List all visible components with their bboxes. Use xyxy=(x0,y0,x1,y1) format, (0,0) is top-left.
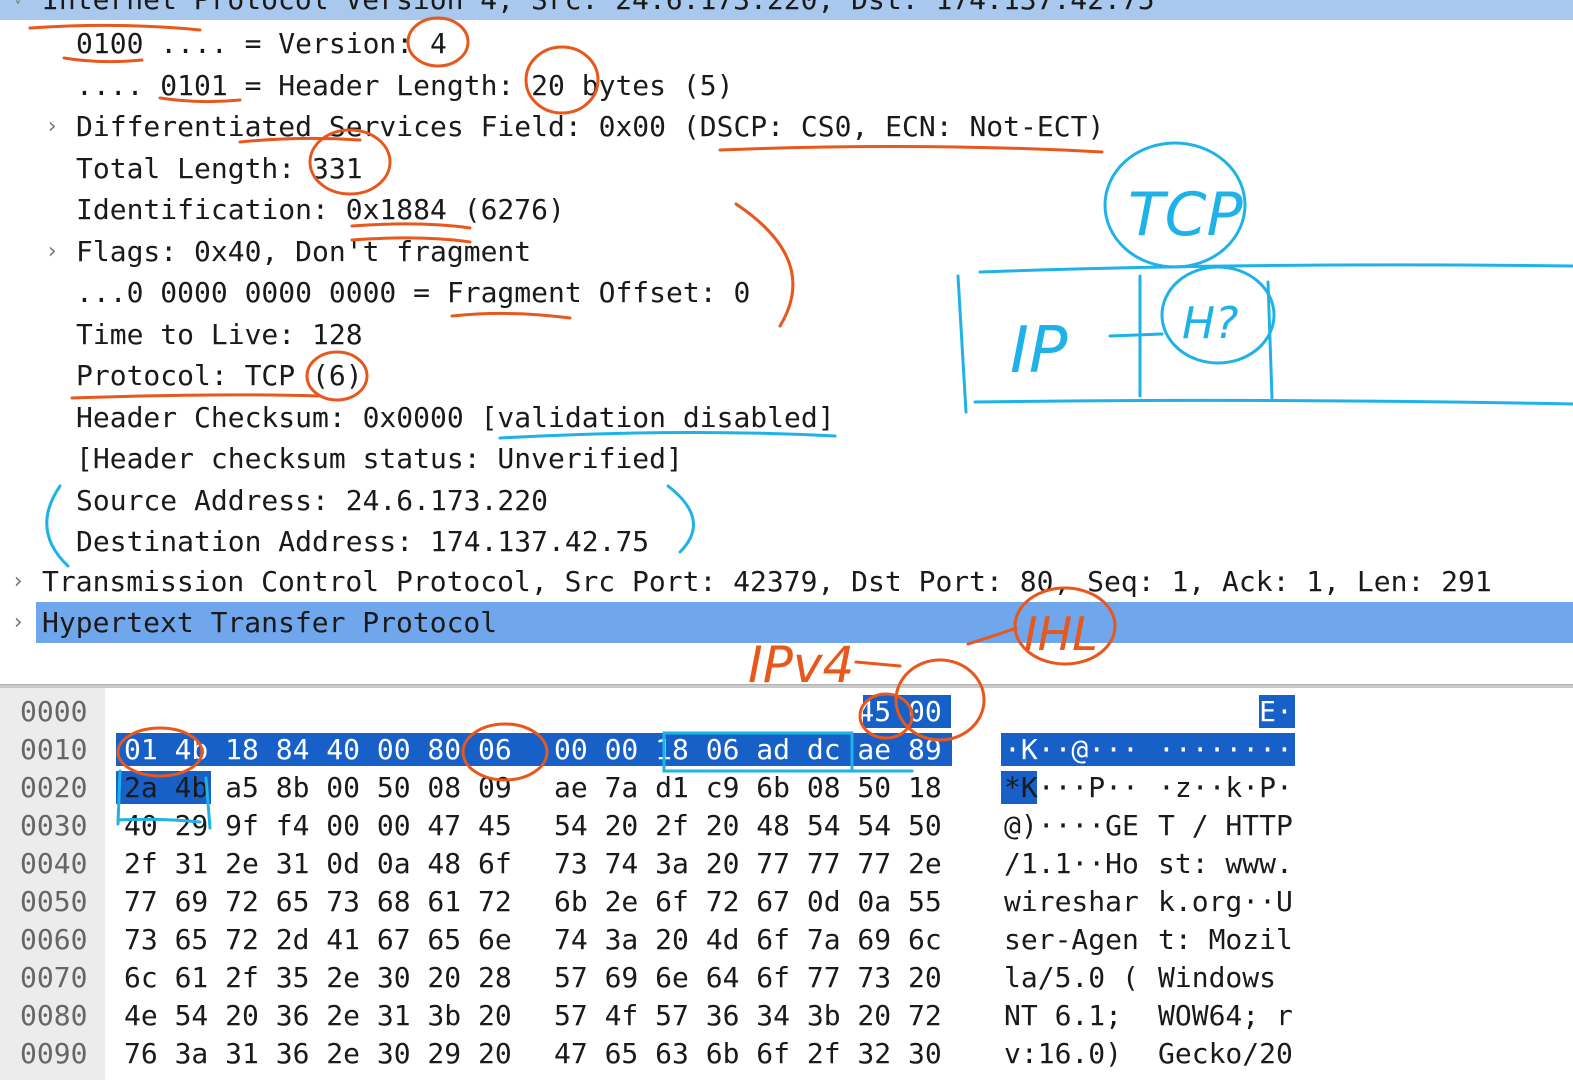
hex-dump-row: 0040 2f 31 2e 31 0d 0a 48 6f 73 74 3a 20 7… xyxy=(0,845,1573,883)
chevron-right-icon[interactable]: › xyxy=(42,106,62,147)
tree-row-label: Transmission Control Protocol, Src Port:… xyxy=(42,565,1492,598)
ascii-right[interactable]: Gecko/20 xyxy=(1158,1035,1293,1073)
hex-bytes-left[interactable]: 2f 31 2e 31 0d 0a 48 6f xyxy=(124,845,512,883)
tree-row[interactable]: 0100 .... = Version: 4 xyxy=(0,23,1573,64)
packet-bytes-pane[interactable]: 0000 00 01 5c 31 bb c1 d4 85 64 a7 bf a3 0… xyxy=(0,688,1573,1080)
hex-dump-row: 0030 40 29 9f f4 00 00 47 45 54 20 2f 20 4… xyxy=(0,807,1573,845)
hex-bytes-left[interactable]: 4e 54 20 36 2e 31 3b 20 xyxy=(124,997,512,1035)
hex-offset[interactable]: 0050 xyxy=(20,883,87,921)
hex-bytes-left[interactable]: 77 69 72 65 73 68 61 72 xyxy=(124,883,512,921)
ascii-left[interactable]: v:16.0) xyxy=(1004,1035,1139,1073)
hex-bytes-right[interactable]: ae 7a d1 c9 6b 08 50 18 xyxy=(554,769,942,807)
tree-row-label: Flags: 0x40, Don't fragment xyxy=(76,234,532,268)
tree-row[interactable]: › Flags: 0x40, Don't fragment xyxy=(0,231,1573,272)
ascii-right[interactable]: d·····E· xyxy=(1158,693,1293,731)
ascii-left[interactable]: ·K··@··· xyxy=(1004,731,1139,769)
hex-bytes-right[interactable]: 57 69 6e 64 6f 77 73 20 xyxy=(554,959,942,997)
hex-bytes-left[interactable]: 01 4b 18 84 40 00 80 06 xyxy=(124,731,512,769)
ascii-left[interactable]: ser-Agen xyxy=(1004,921,1139,959)
hex-bytes-right[interactable]: 54 20 2f 20 48 54 54 50 xyxy=(554,807,942,845)
hex-bytes-left[interactable]: 6c 61 2f 35 2e 30 20 28 xyxy=(124,959,512,997)
hex-dump-row: 0080 4e 54 20 36 2e 31 3b 20 57 4f 57 36 3… xyxy=(0,997,1573,1035)
tree-row-tcp[interactable]: › Transmission Control Protocol, Src Por… xyxy=(0,561,1573,602)
tree-row[interactable]: ...0 0000 0000 0000 = Fragment Offset: 0 xyxy=(0,272,1573,313)
tree-row-label: Identification: 0x1884 (6276) xyxy=(76,193,565,226)
tree-row[interactable]: Source Address: 24.6.173.220 xyxy=(0,480,1573,521)
tree-row[interactable]: Total Length: 331 xyxy=(0,148,1573,189)
tree-row-label: 0100 .... = Version: 4 xyxy=(76,27,447,60)
chevron-right-icon[interactable]: › xyxy=(8,561,28,602)
chevron-down-icon[interactable]: ˅ xyxy=(8,0,28,20)
hex-offset[interactable]: 0010 xyxy=(20,731,87,769)
ascii-left[interactable]: @)····GE xyxy=(1004,807,1139,845)
hex-offset[interactable]: 0000 xyxy=(20,693,87,731)
tree-row[interactable]: Identification: 0x1884 (6276) xyxy=(0,189,1573,230)
tree-row-label: Source Address: 24.6.173.220 xyxy=(76,483,549,517)
hex-bytes-right[interactable]: 57 4f 57 36 34 3b 20 72 xyxy=(554,997,942,1035)
hex-bytes-right[interactable]: 00 00 18 06 ad dc ae 89 xyxy=(554,731,942,769)
ascii-left[interactable]: /1.1··Ho xyxy=(1004,845,1139,883)
hex-dump-row: 0020 2a 4b a5 8b 00 50 08 09 ae 7a d1 c9 6… xyxy=(0,769,1573,807)
hex-dump-row: 0090 76 3a 31 36 2e 30 29 20 47 65 63 6b 6… xyxy=(0,1035,1573,1073)
hex-dump-row: 0070 6c 61 2f 35 2e 30 20 28 57 69 6e 64 6… xyxy=(0,959,1573,997)
ascii-left[interactable]: wireshar xyxy=(1004,883,1139,921)
hex-dump-row: 0050 77 69 72 65 73 68 61 72 6b 2e 6f 72 6… xyxy=(0,883,1573,921)
tree-row[interactable]: Protocol: TCP (6) xyxy=(0,355,1573,396)
chevron-right-icon[interactable]: › xyxy=(42,231,62,272)
tree-row[interactable]: Time to Live: 128 xyxy=(0,314,1573,355)
hex-bytes-left[interactable]: 2a 4b a5 8b 00 50 08 09 xyxy=(124,769,512,807)
hex-offset[interactable]: 0090 xyxy=(20,1035,87,1073)
ascii-left[interactable]: NT 6.1; xyxy=(1004,997,1139,1035)
ascii-left[interactable]: la/5.0 ( xyxy=(1004,959,1139,997)
tree-row-label: Hypertext Transfer Protocol xyxy=(42,606,498,639)
tree-row[interactable]: Destination Address: 174.137.42.75 xyxy=(0,521,1573,562)
hex-bytes-right[interactable]: 6b 2e 6f 72 67 0d 0a 55 xyxy=(554,883,942,921)
tree-row-label: .... 0101 = Header Length: 20 bytes (5) xyxy=(76,68,734,102)
hex-offset[interactable]: 0030 xyxy=(20,807,87,845)
ascii-right[interactable]: ·z··k·P· xyxy=(1158,769,1293,807)
hex-offset[interactable]: 0060 xyxy=(20,921,87,959)
ascii-right[interactable]: t: Mozil xyxy=(1158,921,1293,959)
ascii-right[interactable]: st: www. xyxy=(1158,845,1293,883)
packet-details-pane[interactable]: ˅ Internet Protocol Version 4, Src: 24.6… xyxy=(0,0,1573,684)
tree-row-label: Total Length: 331 xyxy=(76,151,363,185)
tree-row-label: Destination Address: 174.137.42.75 xyxy=(76,525,650,558)
tree-row-label: [Header checksum status: Unverified] xyxy=(76,442,683,475)
hex-bytes-left[interactable]: 00 01 5c 31 bb c1 d4 85 xyxy=(124,693,512,731)
hex-offset[interactable]: 0040 xyxy=(20,845,87,883)
hex-dump-row: 0010 01 4b 18 84 40 00 80 06 00 00 18 06 a… xyxy=(0,731,1573,769)
ascii-left[interactable]: ··\1···· xyxy=(1004,693,1139,731)
tree-row[interactable]: .... 0101 = Header Length: 20 bytes (5) xyxy=(0,65,1573,106)
hex-bytes-right[interactable]: 64 a7 bf a3 08 00 45 00 xyxy=(554,693,942,731)
hex-offset[interactable]: 0080 xyxy=(20,997,87,1035)
hex-bytes-left[interactable]: 76 3a 31 36 2e 30 29 20 xyxy=(124,1035,512,1073)
hex-bytes-left[interactable]: 73 65 72 2d 41 67 65 6e xyxy=(124,921,512,959)
tree-row[interactable]: [Header checksum status: Unverified] xyxy=(0,438,1573,479)
ascii-right[interactable]: ········ xyxy=(1158,731,1293,769)
tree-row-ipv4-header[interactable]: ˅ Internet Protocol Version 4, Src: 24.6… xyxy=(0,0,1573,20)
hex-bytes-right[interactable]: 73 74 3a 20 77 77 77 2e xyxy=(554,845,942,883)
hex-bytes-left[interactable]: 40 29 9f f4 00 00 47 45 xyxy=(124,807,512,845)
hex-dump-row: 0060 73 65 72 2d 41 67 65 6e 74 3a 20 4d 6… xyxy=(0,921,1573,959)
hex-offset[interactable]: 0070 xyxy=(20,959,87,997)
tree-row-label: Header Checksum: 0x0000 [validation disa… xyxy=(76,400,835,434)
tree-row-label: ...0 0000 0000 0000 = Fragment Offset: 0 xyxy=(76,276,751,309)
chevron-right-icon[interactable]: › xyxy=(8,602,28,643)
tree-row-label: Differentiated Services Field: 0x00 (DSC… xyxy=(76,110,1105,143)
ascii-right[interactable]: WOW64; r xyxy=(1158,997,1293,1035)
tree-row-label: Internet Protocol Version 4, Src: 24.6.1… xyxy=(42,0,1155,20)
ascii-right[interactable]: k.org··U xyxy=(1158,883,1293,921)
tree-row-label: Time to Live: 128 xyxy=(76,317,363,351)
ascii-right[interactable]: T / HTTP xyxy=(1158,807,1293,845)
hex-dump-row: 0000 00 01 5c 31 bb c1 d4 85 64 a7 bf a3 0… xyxy=(0,693,1573,731)
hex-offset[interactable]: 0020 xyxy=(20,769,87,807)
tree-row-label: Protocol: TCP (6) xyxy=(76,359,363,392)
tree-row[interactable]: Header Checksum: 0x0000 [validation disa… xyxy=(0,397,1573,438)
tree-row[interactable]: › Differentiated Services Field: 0x00 (DS… xyxy=(0,106,1573,147)
ascii-left[interactable]: *K···P·· xyxy=(1004,769,1139,807)
ascii-right[interactable]: Windows xyxy=(1158,959,1293,997)
hex-bytes-right[interactable]: 47 65 63 6b 6f 2f 32 30 xyxy=(554,1035,942,1073)
tree-row-http[interactable]: › Hypertext Transfer Protocol xyxy=(11,602,1573,643)
hex-bytes-right[interactable]: 74 3a 20 4d 6f 7a 69 6c xyxy=(554,921,942,959)
